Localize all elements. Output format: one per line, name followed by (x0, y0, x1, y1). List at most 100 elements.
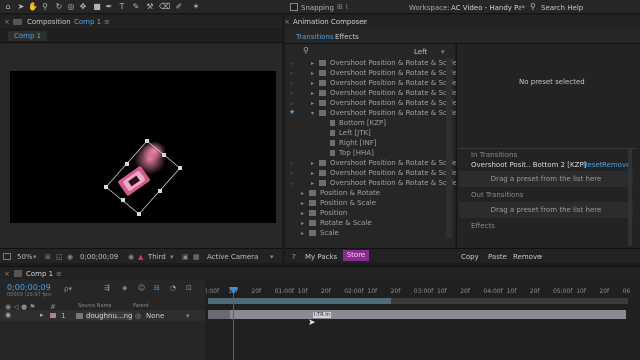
work-area-active-range[interactable] (208, 298, 391, 304)
applied-in-preset[interactable]: Overshoot Posit.. Bottom 2 [KZP] (471, 161, 586, 169)
category-folder[interactable]: ▸ Position & Rotate (301, 188, 380, 198)
remove-dropdown[interactable]: Remove (513, 253, 541, 261)
home-icon[interactable]: ⌂ (3, 2, 13, 12)
workspace-overflow-icon[interactable]: » (521, 3, 525, 11)
region-of-interest-icon[interactable]: ▣ (182, 253, 189, 261)
puppet-pin-icon[interactable]: ✶ (191, 2, 201, 12)
paste-button[interactable]: Paste (488, 253, 507, 261)
preset-tree-scrollbar[interactable] (446, 58, 452, 238)
timeline-menu-icon[interactable]: ≡ (56, 270, 62, 278)
timeline-close-icon[interactable]: × (4, 270, 10, 278)
composition-close-icon[interactable]: × (4, 18, 10, 26)
animation-composer-menu-icon[interactable]: ≡ (362, 18, 368, 26)
help-button[interactable]: ? (292, 253, 296, 261)
resolution-chevron-icon[interactable]: ▾ (170, 253, 174, 261)
shy-layers-icon[interactable]: ☺ (138, 284, 145, 292)
expand-arrow-icon[interactable]: ▸ (301, 229, 309, 239)
motion-blur-icon[interactable]: ◔ (170, 284, 176, 292)
pen-icon[interactable]: ✒ (104, 2, 114, 12)
preset-folder[interactable]: ▸ Overshoot Position & Rotate & Scale T (311, 178, 464, 188)
composition-menu-icon[interactable]: ≡ (104, 18, 110, 26)
copy-button[interactable]: Copy (461, 253, 479, 261)
favorite-dot[interactable] (290, 72, 293, 75)
category-folder[interactable]: ▸ Rotate & Scale (301, 218, 372, 228)
preset-item[interactable]: Left [JTK] (330, 128, 371, 138)
graph-editor-icon[interactable]: ⊡ (186, 284, 192, 292)
preset-item[interactable]: Bottom [KZP] (330, 118, 386, 128)
direction-dropdown[interactable]: Left (414, 48, 427, 56)
timeline-comp-name[interactable]: Comp 1 (26, 270, 53, 278)
snap-options-icon[interactable]: ⊞ ⌇ (337, 3, 349, 11)
tab-transitions[interactable]: Transitions (296, 33, 334, 41)
store-tab[interactable]: Store (343, 250, 369, 261)
category-folder[interactable]: ▸ Scale (301, 228, 339, 238)
layer-label-color[interactable] (50, 313, 56, 318)
preset-folder[interactable]: ▸ Overshoot Position & Rotate & Scale 4 (311, 58, 464, 68)
preset-folder[interactable]: ▸ Overshoot Position & Rotate & Scale D (311, 78, 465, 88)
pan-behind-icon[interactable]: ✥ (78, 2, 88, 12)
camera-view-chevron-icon[interactable]: ▾ (270, 253, 274, 261)
comp-flowchart-tab[interactable]: Comp 1 (8, 31, 48, 41)
rotate-icon[interactable]: ↻ (54, 2, 64, 12)
brush-icon[interactable]: ✎ (131, 2, 141, 12)
favorite-dot[interactable] (290, 92, 293, 95)
composition-canvas[interactable] (10, 71, 276, 223)
zoom-icon[interactable]: ⚲ (40, 2, 50, 12)
channel-icon[interactable]: ▲ (138, 253, 143, 261)
preset-folder[interactable]: ▸ Overshoot Position & Rotate & Scale T (311, 158, 464, 168)
in-transition-drop-zone[interactable]: Drag a preset from the list here (459, 171, 633, 187)
remove-chevron-icon[interactable]: ▾ (539, 253, 543, 261)
my-packs-tab[interactable]: My Packs (305, 253, 337, 261)
magnification-chevron-icon[interactable]: ▾ (33, 253, 37, 261)
arrow-icon[interactable]: ➤ (16, 2, 26, 12)
source-name-column-header[interactable]: Source Name (78, 303, 112, 309)
collapse-arrow-icon[interactable]: ▾ (311, 109, 319, 119)
pick-whip-icon[interactable]: ◎ (135, 312, 141, 320)
composition-mini-flowchart-icon[interactable]: ⇶ (104, 284, 110, 292)
favorite-dot[interactable] (290, 172, 293, 175)
camera-orbit-icon[interactable]: ◎ (66, 2, 76, 12)
parent-chevron-icon[interactable]: ▾ (186, 312, 190, 320)
lock-icon[interactable] (13, 19, 22, 25)
animation-composer-close-icon[interactable]: × (284, 18, 290, 26)
layer-source-name[interactable]: doughnu...ng (86, 312, 133, 320)
mask-visibility-icon[interactable]: ◱ (56, 253, 63, 261)
frame-blending-icon[interactable]: ⊟ (154, 284, 160, 292)
magnification-dropdown[interactable]: 50% (17, 253, 33, 261)
tab-effects[interactable]: Effects (335, 33, 359, 41)
category-folder[interactable]: ▸ Position (301, 208, 347, 218)
workspace-dropdown[interactable]: AC Video - Handy Pac (451, 4, 521, 12)
layer-duration-bar-active[interactable] (230, 310, 626, 319)
favorite-dot[interactable] (290, 82, 293, 85)
draft-3d-icon[interactable]: ◈ (122, 284, 127, 292)
preset-item[interactable]: Top [HHA] (330, 148, 374, 158)
snapping-checkbox[interactable] (290, 3, 298, 11)
category-folder[interactable]: ▸ Position & Scale (301, 198, 376, 208)
favorite-dot[interactable] (290, 102, 293, 105)
always-preview-icon[interactable] (3, 253, 11, 260)
search-icon[interactable]: ⚲ (530, 2, 536, 11)
preset-folder-expanded[interactable]: ▾ Overshoot Position & Rotate & Scale T (311, 108, 464, 118)
roto-brush-icon[interactable]: ✐ (174, 2, 184, 12)
text-icon[interactable]: T (117, 2, 127, 12)
preset-search-icon[interactable]: ⚲ (303, 46, 309, 55)
rectangle-icon[interactable]: ■ (92, 2, 102, 12)
current-time-display[interactable]: 0;00;00;09 (80, 253, 118, 261)
time-ruler[interactable]: ):00f10f20f01:00f10f20f02:00f10f20f03:00… (205, 286, 635, 296)
favorite-star-icon[interactable]: ★ (289, 108, 295, 116)
grid-icon[interactable]: ⊞ (45, 253, 51, 261)
parent-dropdown[interactable]: None (146, 312, 164, 320)
preset-folder[interactable]: ▸ Overshoot Position & Rotate & Scale D (311, 68, 465, 78)
favorite-dot[interactable] (290, 162, 293, 165)
playhead-line[interactable] (233, 287, 234, 360)
favorite-dot[interactable] (290, 182, 293, 185)
out-transition-drop-zone[interactable]: Drag a preset from the list here (459, 202, 633, 218)
camera-view-dropdown[interactable]: Active Camera (207, 253, 258, 261)
timeline-current-time[interactable]: 0;00;00;09 (7, 283, 51, 292)
preset-folder[interactable]: ▸ Overshoot Position & Rotate & Scale T (311, 168, 464, 178)
eraser-icon[interactable]: ⌫ (159, 2, 170, 12)
clone-stamp-icon[interactable]: ⚒ (145, 2, 155, 12)
direction-chevron-icon[interactable]: ▾ (441, 48, 445, 56)
remove-button[interactable]: Remove (602, 161, 630, 169)
transparency-grid-icon[interactable]: ▦ (193, 253, 200, 261)
